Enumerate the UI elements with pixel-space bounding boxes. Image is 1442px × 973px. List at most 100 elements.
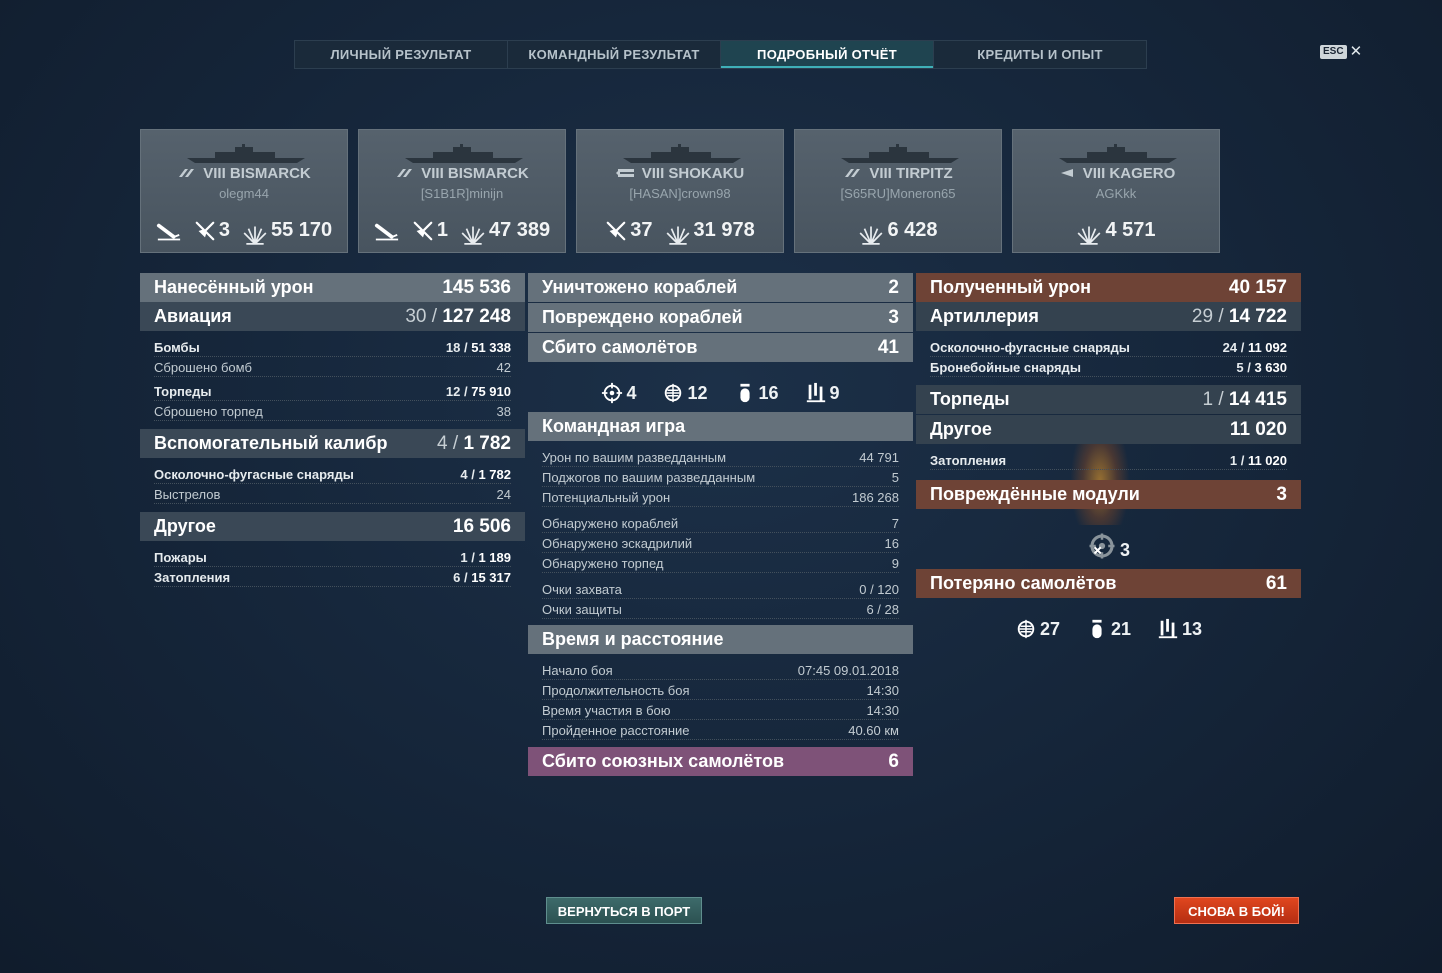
tab-detailed-report[interactable]: ПОДРОБНЫЙ ОТЧЁТ — [721, 41, 934, 68]
ship-damage-value: 31 978 — [693, 219, 755, 241]
carrier-icon — [615, 168, 636, 178]
dive-bomber-icon — [1015, 618, 1037, 640]
stat-row-ap-received: Бронебойные снаряды 5 / 3 630 — [930, 357, 1287, 377]
planes-destroyed-icon — [194, 220, 216, 242]
ship-damage-value: 4 571 — [1105, 219, 1156, 241]
planes-destroyed-icon — [605, 220, 627, 242]
other-details: Пожары 1 / 1 189 Затопления 6 / 15 317 — [140, 541, 525, 591]
stat-row-floods-received: Затопления 1 / 11 020 — [930, 450, 1287, 470]
ship-stats: 37 31 978 — [577, 219, 783, 245]
ship-card[interactable]: VIII KAGERO AGKkk 4 571 — [1012, 129, 1220, 253]
tab-credits-xp[interactable]: КРЕДИТЫ И ОПЫТ — [934, 41, 1146, 68]
plane-type-stat: 21 — [1086, 618, 1131, 640]
damage-burst-icon — [665, 220, 691, 245]
return-to-port-button[interactable]: ВЕРНУТЬСЯ В ПОРТ — [546, 897, 702, 924]
stat-row-bombs-dropped: Сброшено бомб 42 — [154, 357, 511, 377]
stat-row: Потенциальный урон 186 268 — [542, 487, 899, 507]
time-distance-header: Время и расстояние — [528, 625, 913, 654]
close-button[interactable]: ESC ✕ — [1320, 43, 1363, 60]
stat-row-he-shells: Осколочно-фугасные снаряды 4 / 1 782 — [154, 464, 511, 484]
ship-silhouette-icon — [1059, 144, 1177, 163]
player-name: AGKkk — [1095, 186, 1137, 201]
stat-row-fires: Пожары 1 / 1 189 — [154, 547, 511, 567]
bomb-icon — [1086, 618, 1108, 640]
planes-lost-header: Потеряно самолётов 61 — [916, 569, 1301, 598]
stat-row: Обнаружено кораблей 7 — [542, 513, 899, 533]
plane-type-stat: 16 — [734, 382, 779, 404]
ship-stats: 4 571 — [1013, 219, 1219, 245]
player-name: [S1B1R]minijn — [420, 186, 504, 201]
stat-row: Обнаружено торпед 9 — [542, 553, 899, 573]
ship-silhouette-icon — [623, 144, 741, 163]
team-play-details: Урон по вашим разведданным 44 791 Поджогов… — [528, 441, 913, 623]
damage-burst-icon — [1076, 220, 1102, 245]
ship-damage-value: 6 428 — [887, 219, 938, 241]
plane-type-stat: 27 — [1015, 618, 1060, 640]
ship-title: VIII KAGERO — [1013, 165, 1219, 182]
torpedoes-received-header: Торпеды 1 / 14 415 — [916, 385, 1301, 414]
planes-destroyed-count: 1 — [436, 219, 448, 241]
damage-received-panel: Полученный урон 40 157 Артиллерия 29 / 14… — [916, 273, 1301, 648]
plane-type-stat: 4 — [601, 382, 636, 404]
torpedo-bomber-icon — [1157, 618, 1179, 640]
torpedo-bomber-icon — [805, 382, 827, 404]
team-play-header: Командная игра — [528, 412, 913, 441]
player-name: [S65RU]Moneron65 — [840, 186, 956, 201]
ship-card[interactable]: VIII BISMARCK [S1B1R]minijn 1 47 389 — [358, 129, 566, 253]
damage-burst-icon — [460, 220, 486, 245]
stat-row-floods: Затопления 6 / 15 317 — [154, 567, 511, 587]
stat-row-he-received: Осколочно-фугасные снаряды 24 / 11 092 — [930, 337, 1287, 357]
secondary-header: Вспомогательный калибр 4 / 1 782 — [140, 429, 525, 458]
ship-card[interactable]: VIII TIRPITZ [S65RU]Moneron65 6 428 — [794, 129, 1002, 253]
ship-card[interactable]: VIII SHOKAKU [HASAN]crown98 37 31 978 — [576, 129, 784, 253]
aviation-details: Бомбы 18 / 51 338 Сброшено бомб 42 Торпед… — [140, 331, 525, 425]
player-name: [HASAN]crown98 — [629, 186, 731, 201]
ship-silhouette-icon — [405, 144, 523, 163]
stat-row: Очки захвата 0 / 120 — [542, 579, 899, 599]
stat-row-torpedoes: Торпеды 12 / 75 910 — [154, 381, 511, 401]
dive-bomber-icon — [662, 382, 684, 404]
damaged-modules-breakdown: 3 — [916, 509, 1301, 569]
other-header: Другое 16 506 — [140, 512, 525, 541]
battleship-icon — [843, 168, 863, 178]
ship-silhouette-icon — [187, 144, 305, 163]
ship-stats: 3 55 170 — [141, 219, 347, 245]
ships-destroyed-header: Уничтожено кораблей 2 — [528, 273, 913, 302]
ship-card[interactable]: VIII BISMARCK olegm44 3 55 170 — [140, 129, 348, 253]
damage-dealt-panel: Нанесённый урон 145 536 Авиация 30 / 127 … — [140, 273, 525, 591]
other-received-details: Затопления 1 / 11 020 — [916, 444, 1301, 474]
torpedo-hit-icon — [156, 220, 182, 242]
stat-row-bombs: Бомбы 18 / 51 338 — [154, 337, 511, 357]
secondary-details: Осколочно-фугасные снаряды 4 / 1 782 Выс… — [140, 458, 525, 508]
stat-row: Продолжительность боя 14:30 — [542, 680, 899, 700]
planes-destroyed-count: 37 — [630, 219, 653, 241]
stat-row: Пройденное расстояние 40.60 км — [542, 720, 899, 740]
stat-row: Начало боя 07:45 09.01.2018 — [542, 660, 899, 680]
planes-lost-breakdown: 27 21 13 — [916, 598, 1301, 648]
stat-row: Очки защиты 6 / 28 — [542, 599, 899, 619]
close-icon: ✕ — [1349, 43, 1363, 60]
torpedo-hit-icon — [374, 220, 400, 242]
tab-team-result[interactable]: КОМАНДНЫЙ РЕЗУЛЬТАТ — [508, 41, 721, 68]
ship-damage-value: 47 389 — [488, 219, 551, 241]
damaged-modules-header: Повреждённые модули 3 — [916, 480, 1301, 509]
battle-again-button[interactable]: СНОВА В БОЙ! — [1174, 897, 1299, 924]
damage-received-header: Полученный урон 40 157 — [916, 273, 1301, 302]
stat-row-torpedoes-dropped: Сброшено торпед 38 — [154, 401, 511, 421]
aviation-header: Авиация 30 / 127 248 — [140, 302, 525, 331]
tab-personal-result[interactable]: ЛИЧНЫЙ РЕЗУЛЬТАТ — [295, 41, 508, 68]
damage-burst-icon — [242, 220, 268, 245]
plane-type-stat: 12 — [662, 382, 708, 404]
planes-shot-breakdown: 4 12 16 9 — [528, 362, 913, 412]
damage-dealt-header: Нанесённый урон 145 536 — [140, 273, 525, 302]
artillery-details: Осколочно-фугасные снаряды 24 / 11 092 Б… — [916, 331, 1301, 381]
results-tabs: ЛИЧНЫЙ РЕЗУЛЬТАТ КОМАНДНЫЙ РЕЗУЛЬТАТ ПОД… — [294, 40, 1147, 69]
planes-destroyed-icon — [412, 220, 434, 242]
steering-gear-icon — [1089, 533, 1115, 559]
esc-key-badge: ESC — [1320, 45, 1347, 59]
plane-type-stat: 9 — [805, 382, 840, 404]
fighter-icon — [601, 382, 623, 404]
other-received-header: Другое 11 020 — [916, 415, 1301, 444]
ship-title: VIII TIRPITZ — [795, 165, 1001, 182]
destroyer-icon — [1057, 168, 1077, 178]
